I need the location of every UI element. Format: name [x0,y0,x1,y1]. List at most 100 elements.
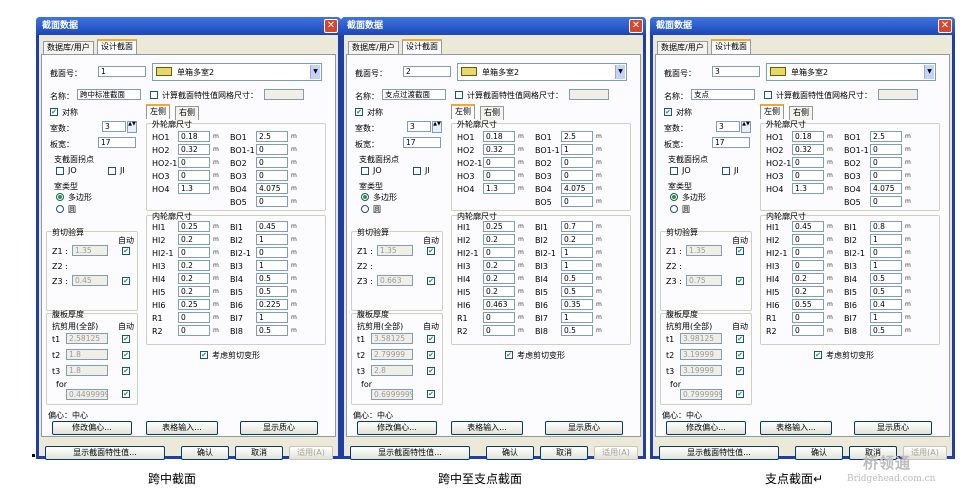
cells-input[interactable]: 3 [407,121,431,132]
subtab-left[interactable]: 左侧 [451,104,475,119]
hi-input[interactable]: 0.2 [792,273,824,284]
bo-input[interactable]: 0 [256,157,288,168]
bi-input[interactable]: 1 [256,234,288,245]
hi-input[interactable]: 0 [483,247,515,258]
show-centroid-button[interactable]: 显示质心 [545,421,623,435]
tab-design-section[interactable]: 设计截面 [97,39,137,54]
hi-input[interactable]: 0 [792,325,824,336]
hi-input[interactable]: 0 [792,312,824,323]
modify-offset-button[interactable]: 修改偏心... [52,421,132,435]
hi-input[interactable]: 0 [792,247,824,258]
name-input[interactable]: 支点过渡截面 [382,89,446,100]
bo-input[interactable]: 2.5 [256,131,288,142]
ok-button[interactable]: 确认 [795,446,843,460]
bi-input[interactable]: 1 [870,260,902,271]
symmetric-checkbox[interactable]: ✔ [50,108,58,116]
hi-input[interactable]: 0.2 [792,286,824,297]
bo-input[interactable]: 0 [561,170,593,181]
bo-input[interactable]: 0 [561,196,593,207]
bi-input[interactable]: 0.5 [870,273,902,284]
ho-input[interactable]: 0 [178,170,210,181]
hi-input[interactable]: 0.25 [178,299,210,310]
bi-input[interactable]: 0.8 [870,221,902,232]
bo-input[interactable]: 4.075 [256,183,288,194]
ji-checkbox[interactable] [108,167,116,175]
section-no-input[interactable]: 3 [712,66,760,77]
bi-input[interactable]: 1 [561,312,593,323]
subtab-left[interactable]: 左侧 [146,104,170,119]
hi-input[interactable]: 0.2 [483,260,515,271]
ho-input[interactable]: 0 [178,157,210,168]
t1-auto-checkbox[interactable]: ✔ [736,335,744,343]
ho-input[interactable]: 0.18 [178,131,210,142]
bo-input[interactable]: 0 [870,196,902,207]
t2-auto-checkbox[interactable]: ✔ [427,351,435,359]
chevron-down-icon[interactable]: ▼ [310,65,320,79]
bo-input[interactable]: 2.5 [870,131,902,142]
ji-checkbox[interactable] [722,167,730,175]
chevron-down-icon[interactable]: ▼ [615,65,625,79]
bo-input[interactable]: 0 [256,144,288,155]
circle-radio[interactable] [56,205,64,213]
ho-input[interactable]: 0 [792,157,824,168]
bi-input[interactable]: 0.2 [561,234,593,245]
slab-width-input[interactable]: 17 [403,137,441,148]
show-properties-button[interactable]: 显示截面特性值... [350,446,470,460]
hi-input[interactable]: 0.2 [178,260,210,271]
bi-input[interactable]: 0.4 [870,299,902,310]
ho-input[interactable]: 0.18 [792,131,824,142]
name-input[interactable]: 支点 [691,89,755,100]
bo-input[interactable]: 0 [256,196,288,207]
z3-auto-checkbox[interactable]: ✔ [427,277,435,285]
tor-auto-checkbox[interactable]: ✔ [427,390,435,398]
jo-checkbox[interactable] [361,167,369,175]
subtab-right[interactable]: 右侧 [175,106,199,120]
hi-input[interactable]: 0 [178,312,210,323]
symmetric-checkbox[interactable]: ✔ [664,108,672,116]
bi-input[interactable]: 1 [561,247,593,258]
bi-input[interactable]: 0.7 [561,221,593,232]
tor-auto-checkbox[interactable]: ✔ [736,390,744,398]
ok-button[interactable]: 确认 [486,446,534,460]
ji-checkbox[interactable] [413,167,421,175]
ho-input[interactable]: 0.32 [483,144,515,155]
hi-input[interactable]: 0.2 [178,273,210,284]
tab-design-section[interactable]: 设计截面 [711,39,751,54]
bi-input[interactable]: 0.225 [256,299,288,310]
bo-input[interactable]: 0 [561,157,593,168]
hi-input[interactable]: 0.25 [483,221,515,232]
t1-auto-checkbox[interactable]: ✔ [122,335,130,343]
bi-input[interactable]: 0.5 [256,273,288,284]
table-input-button[interactable]: 表格输入... [760,421,832,435]
cells-input[interactable]: 3 [102,121,126,132]
bi-input[interactable]: 1 [256,260,288,271]
close-button[interactable]: ✕ [938,19,952,33]
show-properties-button[interactable]: 显示截面特性值... [659,446,779,460]
bi-input[interactable]: 0.5 [561,325,593,336]
section-type-select[interactable]: 单箱多室2 ▼ [152,63,322,81]
ho-input[interactable]: 0.18 [483,131,515,142]
hi-input[interactable]: 0.2 [178,234,210,245]
section-type-select[interactable]: 单箱多室2 ▼ [766,63,936,81]
z3-auto-checkbox[interactable]: ✔ [736,277,744,285]
show-centroid-button[interactable]: 显示质心 [240,421,318,435]
t2-auto-checkbox[interactable]: ✔ [736,351,744,359]
hi-input[interactable]: 0 [178,247,210,258]
subtab-left[interactable]: 左侧 [760,104,784,119]
tab-database-user[interactable]: 数据库/用户 [43,41,94,55]
table-input-button[interactable]: 表格输入... [451,421,523,435]
bi-input[interactable]: 1 [870,234,902,245]
bi-input[interactable]: 0.5 [561,273,593,284]
subtab-right[interactable]: 右侧 [480,106,504,120]
ho-input[interactable]: 1.3 [792,183,824,194]
t2-auto-checkbox[interactable]: ✔ [122,351,130,359]
bo-input[interactable]: 4.075 [870,183,902,194]
ho-input[interactable]: 0.32 [792,144,824,155]
cancel-button[interactable]: 取消 [540,446,588,460]
cancel-button[interactable]: 取消 [235,446,283,460]
symmetric-checkbox[interactable]: ✔ [355,108,363,116]
bi-input[interactable]: 1 [256,312,288,323]
ho-input[interactable]: 0.32 [178,144,210,155]
bi-input[interactable]: 0.45 [256,221,288,232]
polygon-radio[interactable] [670,193,678,201]
